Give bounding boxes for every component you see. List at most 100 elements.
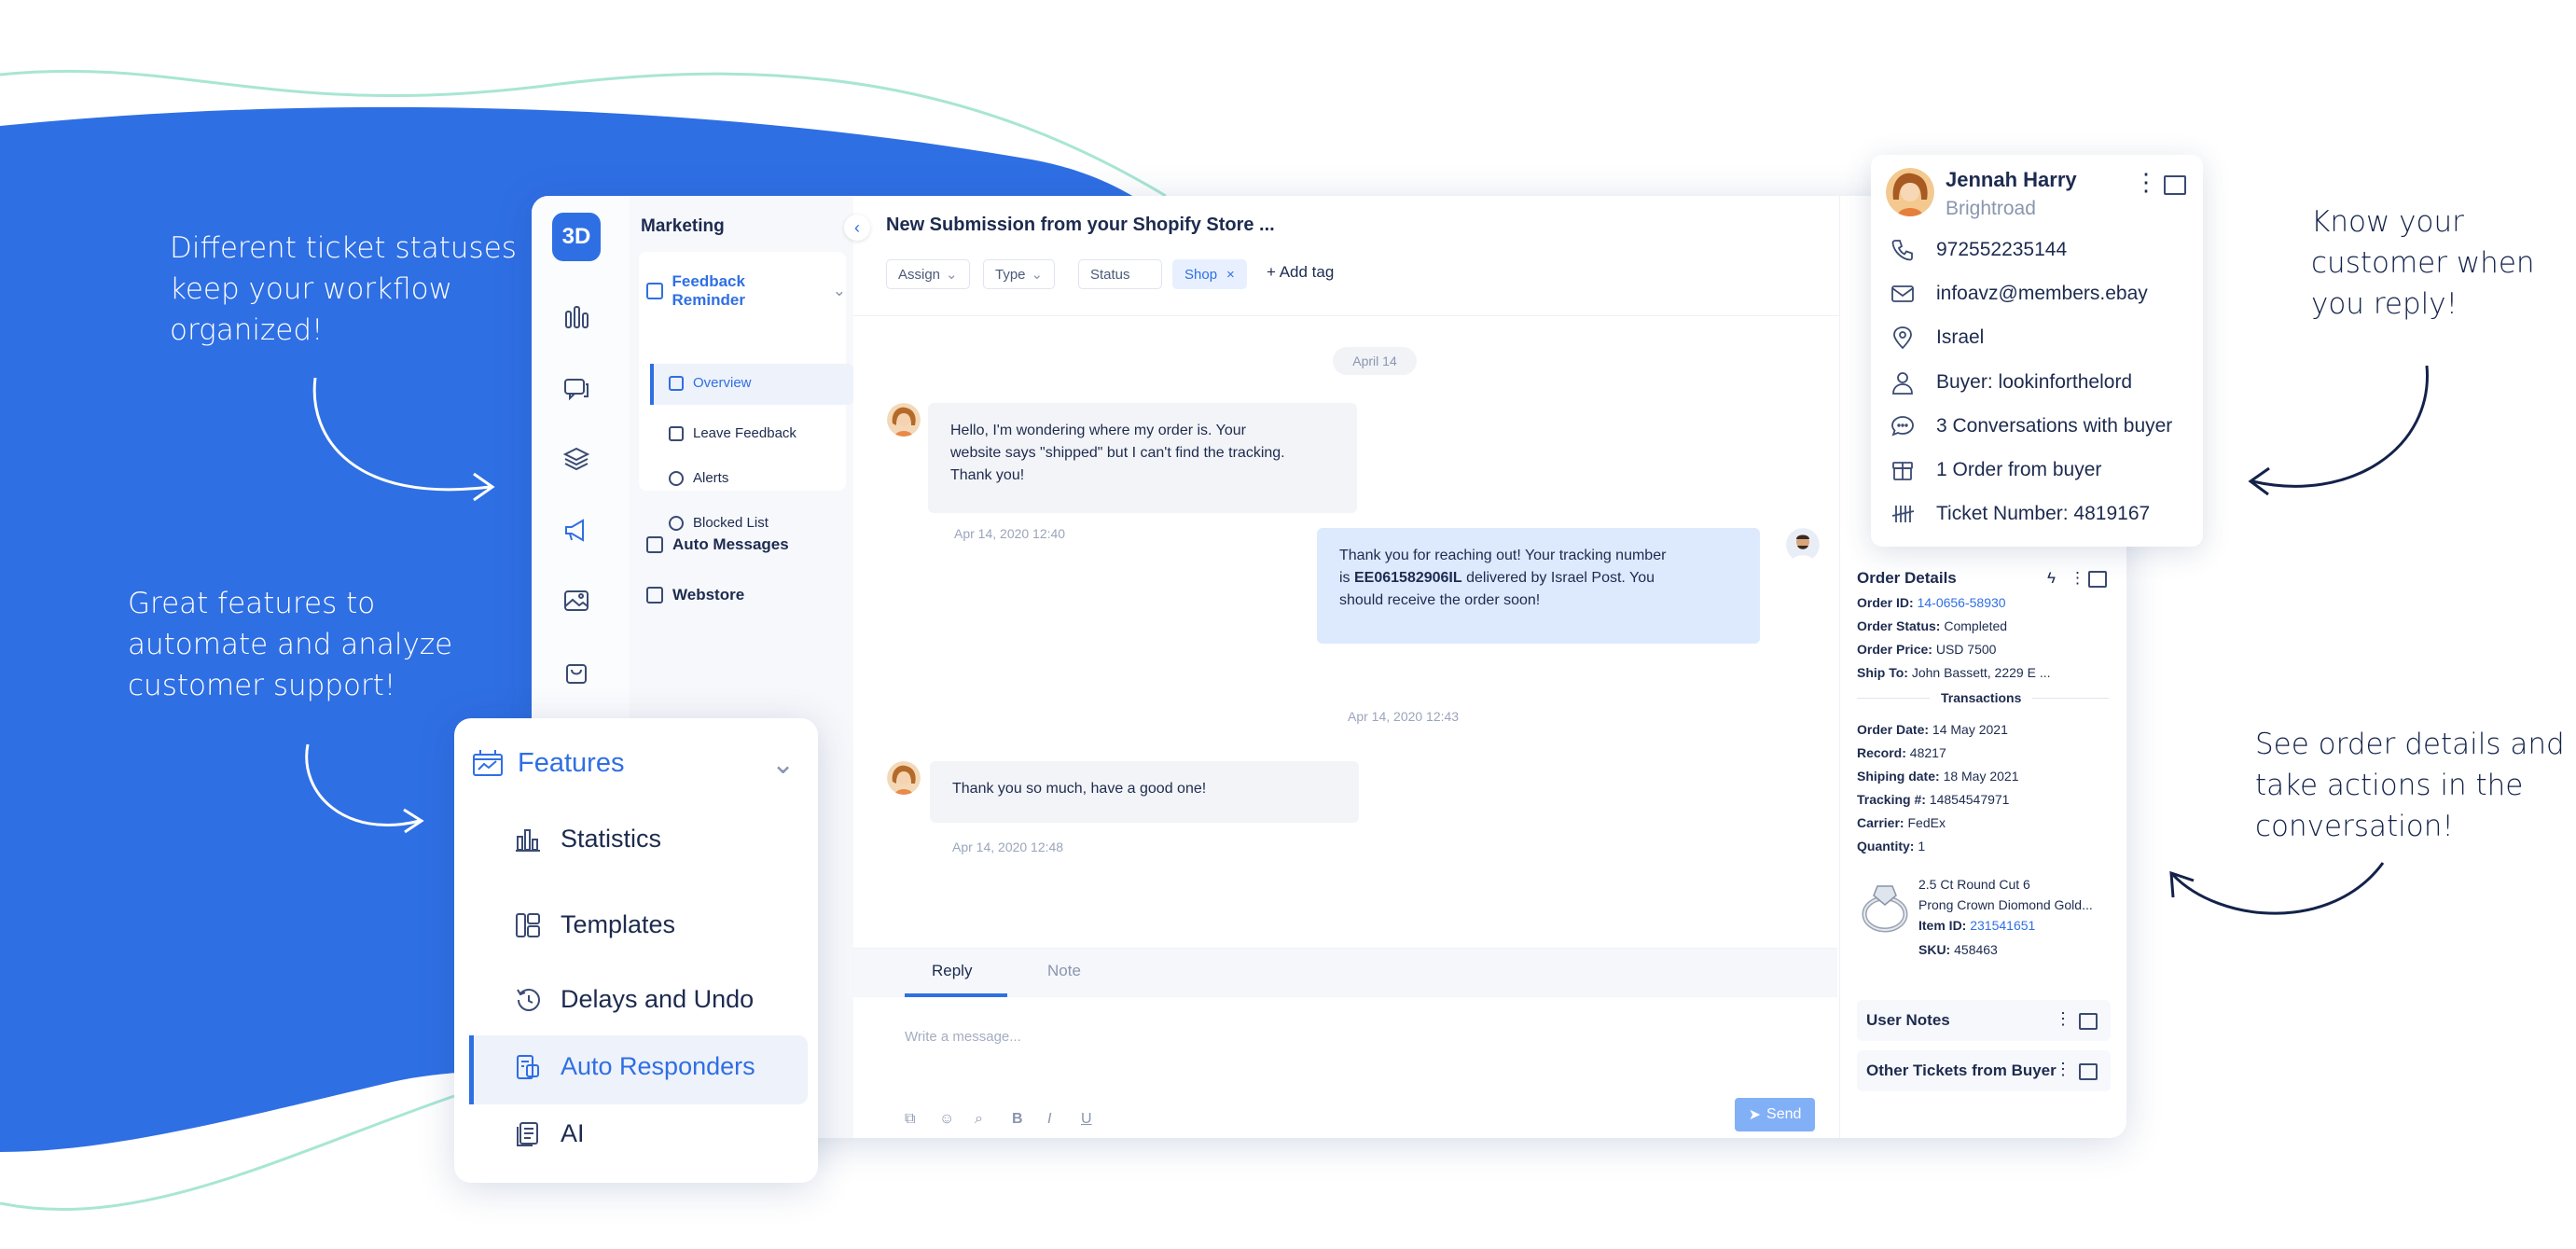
expand-icon[interactable] xyxy=(2079,1013,2098,1030)
more-vertical-icon[interactable]: ⋮ xyxy=(2070,569,2085,588)
feature-ai[interactable]: AI xyxy=(514,1119,585,1148)
field-label: SKU: xyxy=(1918,942,1951,957)
subnav-item-alerts[interactable]: Alerts xyxy=(669,470,728,486)
caption-line: Different ticket statuses xyxy=(170,231,517,265)
features-menu: Features ⌄ Statistics Templates Delays a… xyxy=(454,718,818,1183)
feedback-reminder-toggle[interactable]: Feedback Reminder ⌄ xyxy=(646,272,846,310)
card-title: User Notes xyxy=(1866,1011,1950,1029)
message-icon xyxy=(646,536,663,553)
template-icon[interactable]: ⧉ xyxy=(905,1111,915,1128)
subnav-item-overview[interactable]: Overview xyxy=(669,375,752,391)
field-value: USD 7500 xyxy=(1935,642,1997,657)
reply-composer: Reply Note Write a message... ⧉ ☺ ⌕ B I … xyxy=(853,948,1837,1138)
features-header[interactable]: Features xyxy=(471,746,624,780)
email-row: infoavz@members.ebay xyxy=(1890,281,2148,307)
pill-label: Status xyxy=(1090,266,1130,283)
field-label: Order Price: xyxy=(1857,642,1932,657)
conversations-value[interactable]: 3 Conversations with buyer xyxy=(1936,415,2172,437)
customer-message: Hello, I'm wondering where my order is. … xyxy=(928,403,1357,513)
more-vertical-icon[interactable]: ⋮ xyxy=(2055,1060,2071,1079)
expand-icon[interactable] xyxy=(2164,175,2186,195)
close-icon[interactable]: × xyxy=(1226,267,1235,283)
shop-tag[interactable]: Shop × xyxy=(1172,259,1247,289)
customer-company: Brightroad xyxy=(1946,198,2036,219)
field-label: Tracking #: xyxy=(1857,792,1926,807)
app-logo[interactable]: 3D xyxy=(552,213,601,261)
message-input[interactable]: Write a message... xyxy=(905,1029,1021,1045)
orders-row: 1 Order from buyer xyxy=(1890,457,2101,483)
item-id-link[interactable]: 231541651 xyxy=(1970,918,2035,933)
subnav-item-leave-feedback[interactable]: Leave Feedback xyxy=(669,425,796,441)
field-label: Order Status: xyxy=(1857,618,1941,633)
shopping-bag-icon[interactable] xyxy=(560,655,593,688)
message-line: is EE061582906IL delivered by Israel Pos… xyxy=(1339,567,1738,590)
field-label: Item ID: xyxy=(1918,918,1967,933)
type-dropdown[interactable]: Type ⌄ xyxy=(983,259,1056,289)
other-tickets-card[interactable]: Other Tickets from Buyer ⋮ xyxy=(1857,1050,2111,1091)
item-title-line: Prong Crown Diomond Gold... xyxy=(1918,897,2093,912)
image-icon[interactable] xyxy=(560,584,593,618)
send-button[interactable]: ➤ Send xyxy=(1735,1098,1815,1131)
subnav-webstore[interactable]: Webstore xyxy=(646,586,744,604)
mail-icon xyxy=(1891,285,1914,302)
auto-responder-icon xyxy=(517,1054,539,1079)
feature-statistics[interactable]: Statistics xyxy=(514,825,661,853)
caption-line: Know your xyxy=(2311,205,2464,239)
italic-icon[interactable]: I xyxy=(1047,1111,1051,1128)
tab-reply[interactable]: Reply xyxy=(932,962,972,980)
subnav-auto-messages[interactable]: Auto Messages xyxy=(646,535,789,554)
field-label: Order Date: xyxy=(1857,722,1930,737)
order-id-link[interactable]: 14-0656-58930 xyxy=(1918,595,2006,610)
user-notes-card[interactable]: User Notes ⋮ xyxy=(1857,1000,2111,1041)
email-value[interactable]: infoavz@members.ebay xyxy=(1936,283,2148,305)
chevron-down-icon[interactable]: ⌄ xyxy=(771,748,795,781)
expand-icon[interactable] xyxy=(2088,571,2107,588)
field-value: FedEx xyxy=(1907,815,1946,830)
field-label: Ship To: xyxy=(1857,665,1908,680)
send-icon: ➤ xyxy=(1748,1107,1762,1123)
more-vertical-icon[interactable]: ⋮ xyxy=(2134,168,2158,197)
field-label: Carrier: xyxy=(1857,815,1904,830)
subnav-title: Marketing xyxy=(641,216,725,236)
analytics-icon[interactable] xyxy=(560,300,593,334)
more-vertical-icon[interactable]: ⋮ xyxy=(2055,1009,2071,1029)
customer-avatar xyxy=(1886,168,1934,216)
megaphone-icon[interactable] xyxy=(560,513,593,547)
caption-line: take actions in the xyxy=(2255,769,2524,802)
feedback-icon xyxy=(646,283,663,299)
agent-avatar xyxy=(1786,528,1820,562)
tab-note[interactable]: Note xyxy=(1047,962,1081,980)
transactions-heading: Transactions xyxy=(1930,690,2033,705)
assign-dropdown[interactable]: Assign ⌄ xyxy=(886,259,970,289)
active-tab-indicator xyxy=(905,993,1007,997)
location-value: Israel xyxy=(1936,326,1985,348)
customer-name: Jennah Harry xyxy=(1946,168,2077,191)
caption-line: conversation! xyxy=(2255,810,2454,843)
bold-icon[interactable]: B xyxy=(1012,1111,1023,1128)
box-icon xyxy=(1892,462,1913,480)
feature-auto-responders[interactable]: Auto Responders xyxy=(514,1052,755,1081)
expand-icon[interactable] xyxy=(2079,1063,2098,1080)
add-tag-button[interactable]: + Add tag xyxy=(1267,263,1334,282)
feature-delays-undo[interactable]: Delays and Undo xyxy=(514,985,754,1014)
caption-line: organized! xyxy=(170,313,324,347)
phone-value[interactable]: 972552235144 xyxy=(1936,239,2067,261)
chat-icon[interactable] xyxy=(560,371,593,405)
orders-value[interactable]: 1 Order from buyer xyxy=(1936,459,2101,481)
ship-to: Ship To: John Bassett, 2229 E ... xyxy=(1857,665,2051,680)
item-title-line: 2.5 Ct Round Cut 6 xyxy=(1918,877,2030,892)
order-details-title: Order Details xyxy=(1857,569,1957,587)
layers-icon[interactable] xyxy=(560,442,593,476)
record: Record: 48217 xyxy=(1857,745,1946,760)
feature-templates[interactable]: Templates xyxy=(514,910,675,939)
attachment-icon[interactable]: ⌕ xyxy=(975,1111,983,1128)
conversations-row: 3 Conversations with buyer xyxy=(1890,413,2172,439)
subnav-item-blocked-list[interactable]: Blocked List xyxy=(669,515,769,531)
caption-line: you reply! xyxy=(2311,287,2458,321)
field-value: 458463 xyxy=(1954,942,1998,957)
status-dropdown[interactable]: Status xyxy=(1078,259,1162,289)
pill-label: Type xyxy=(995,266,1026,283)
lightning-icon[interactable]: ϟ xyxy=(2047,569,2056,588)
emoji-icon[interactable]: ☺ xyxy=(939,1111,954,1128)
underline-icon[interactable]: U xyxy=(1081,1111,1092,1128)
